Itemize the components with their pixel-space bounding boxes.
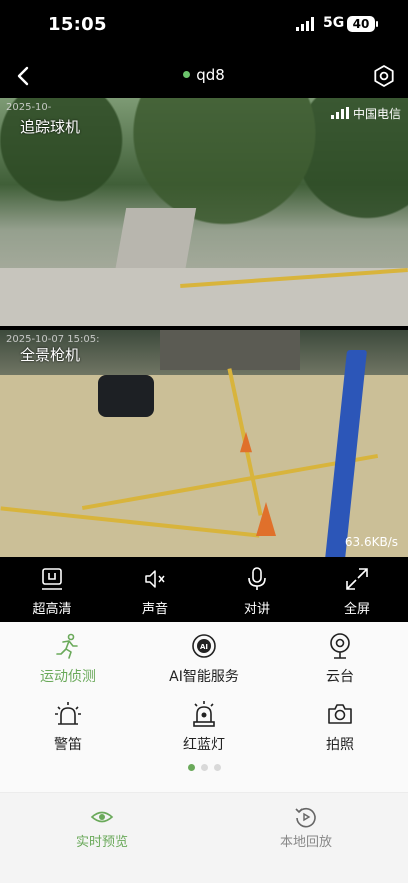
red-blue-light-button[interactable]: 红蓝灯	[136, 700, 272, 754]
tab-live-preview-label: 实时预览	[75, 835, 128, 850]
motion-detection-button[interactable]: 运动侦测	[0, 632, 136, 686]
red-blue-light-label: 红蓝灯	[183, 737, 225, 753]
mute-icon	[145, 570, 165, 588]
talk-button[interactable]: 对讲	[217, 558, 297, 622]
hd-quality-icon	[42, 568, 62, 590]
app-header: qd8	[0, 56, 408, 96]
cellular-signal-icon	[296, 17, 314, 31]
motion-detection-label: 运动侦测	[40, 669, 96, 685]
online-status-dot	[183, 71, 191, 78]
snapshot-button[interactable]: 拍照	[272, 700, 408, 754]
osd-timestamp: 2025-10-	[6, 102, 52, 113]
player-controls: 超高清 声音 对讲 全屏	[0, 558, 408, 622]
signal-bars-icon	[331, 107, 349, 119]
page-dot[interactable]	[200, 764, 208, 771]
status-bar: 15:05 5G 40	[0, 0, 408, 50]
replay-icon	[295, 807, 316, 828]
siren-button[interactable]: 警笛	[0, 700, 136, 754]
hd-quality-label: 超高清	[32, 602, 72, 617]
camera-icon	[328, 704, 352, 724]
battery-indicator: 40	[347, 16, 378, 32]
panoramic-camera-view[interactable]: 2025-10-07 15:05: 全景枪机 63.6KB/s	[0, 330, 408, 557]
ai-service-button[interactable]: AI AI智能服务	[136, 632, 272, 686]
bottom-tab-bar: 实时预览 本地回放	[0, 792, 408, 883]
camera-label: 追踪球机	[20, 118, 81, 136]
fullscreen-label: 全屏	[343, 602, 370, 617]
eye-icon	[90, 811, 114, 823]
siren-icon	[55, 702, 81, 725]
page-indicator	[0, 756, 408, 775]
scene-building	[160, 330, 300, 370]
scene-road-crossing	[0, 268, 408, 326]
page-dot[interactable]	[213, 764, 221, 771]
scene-traffic-cone	[240, 431, 252, 453]
status-time: 15:05	[48, 14, 107, 35]
running-person-icon	[56, 633, 78, 659]
ptz-button[interactable]: 云台	[272, 632, 408, 686]
tab-local-playback[interactable]: 本地回放	[204, 805, 408, 850]
function-panel: 运动侦测 AI AI智能服务 云台 警笛 红蓝灯 拍照 实时预览 本地回放	[0, 622, 408, 883]
scene-traffic-cone	[256, 502, 276, 536]
siren-label: 警笛	[54, 737, 82, 753]
ptz-label: 云台	[326, 669, 354, 685]
tab-local-playback-label: 本地回放	[279, 835, 332, 850]
ptz-camera-icon	[330, 633, 350, 659]
camera-label: 全景枪机	[20, 346, 81, 364]
tab-live-preview[interactable]: 实时预览	[0, 805, 204, 850]
device-title: qd8	[0, 66, 408, 84]
bitrate-readout: 63.6KB/s	[344, 535, 398, 549]
carrier-indicator: 中国电信	[331, 105, 401, 122]
page-dot[interactable]	[187, 764, 195, 771]
snapshot-label: 拍照	[326, 737, 354, 753]
svg-text:AI: AI	[200, 643, 208, 651]
fullscreen-icon	[346, 568, 368, 590]
device-name: qd8	[196, 66, 225, 84]
carrier-name: 中国电信	[353, 107, 402, 121]
network-type: 5G	[323, 15, 345, 31]
microphone-icon	[248, 567, 266, 590]
fullscreen-button[interactable]: 全屏	[317, 558, 397, 622]
tracking-camera-view[interactable]: 2025-10- 追踪球机 中国电信	[0, 98, 408, 326]
alarm-light-icon	[193, 701, 215, 727]
sound-label: 声音	[141, 602, 168, 617]
talk-label: 对讲	[243, 602, 270, 617]
ai-service-label: AI智能服务	[169, 669, 239, 685]
settings-icon[interactable]	[372, 64, 396, 88]
sound-button[interactable]: 声音	[115, 558, 195, 622]
scene-car	[98, 375, 154, 417]
hd-quality-button[interactable]: 超高清	[12, 558, 92, 622]
ai-icon: AI	[192, 634, 216, 658]
